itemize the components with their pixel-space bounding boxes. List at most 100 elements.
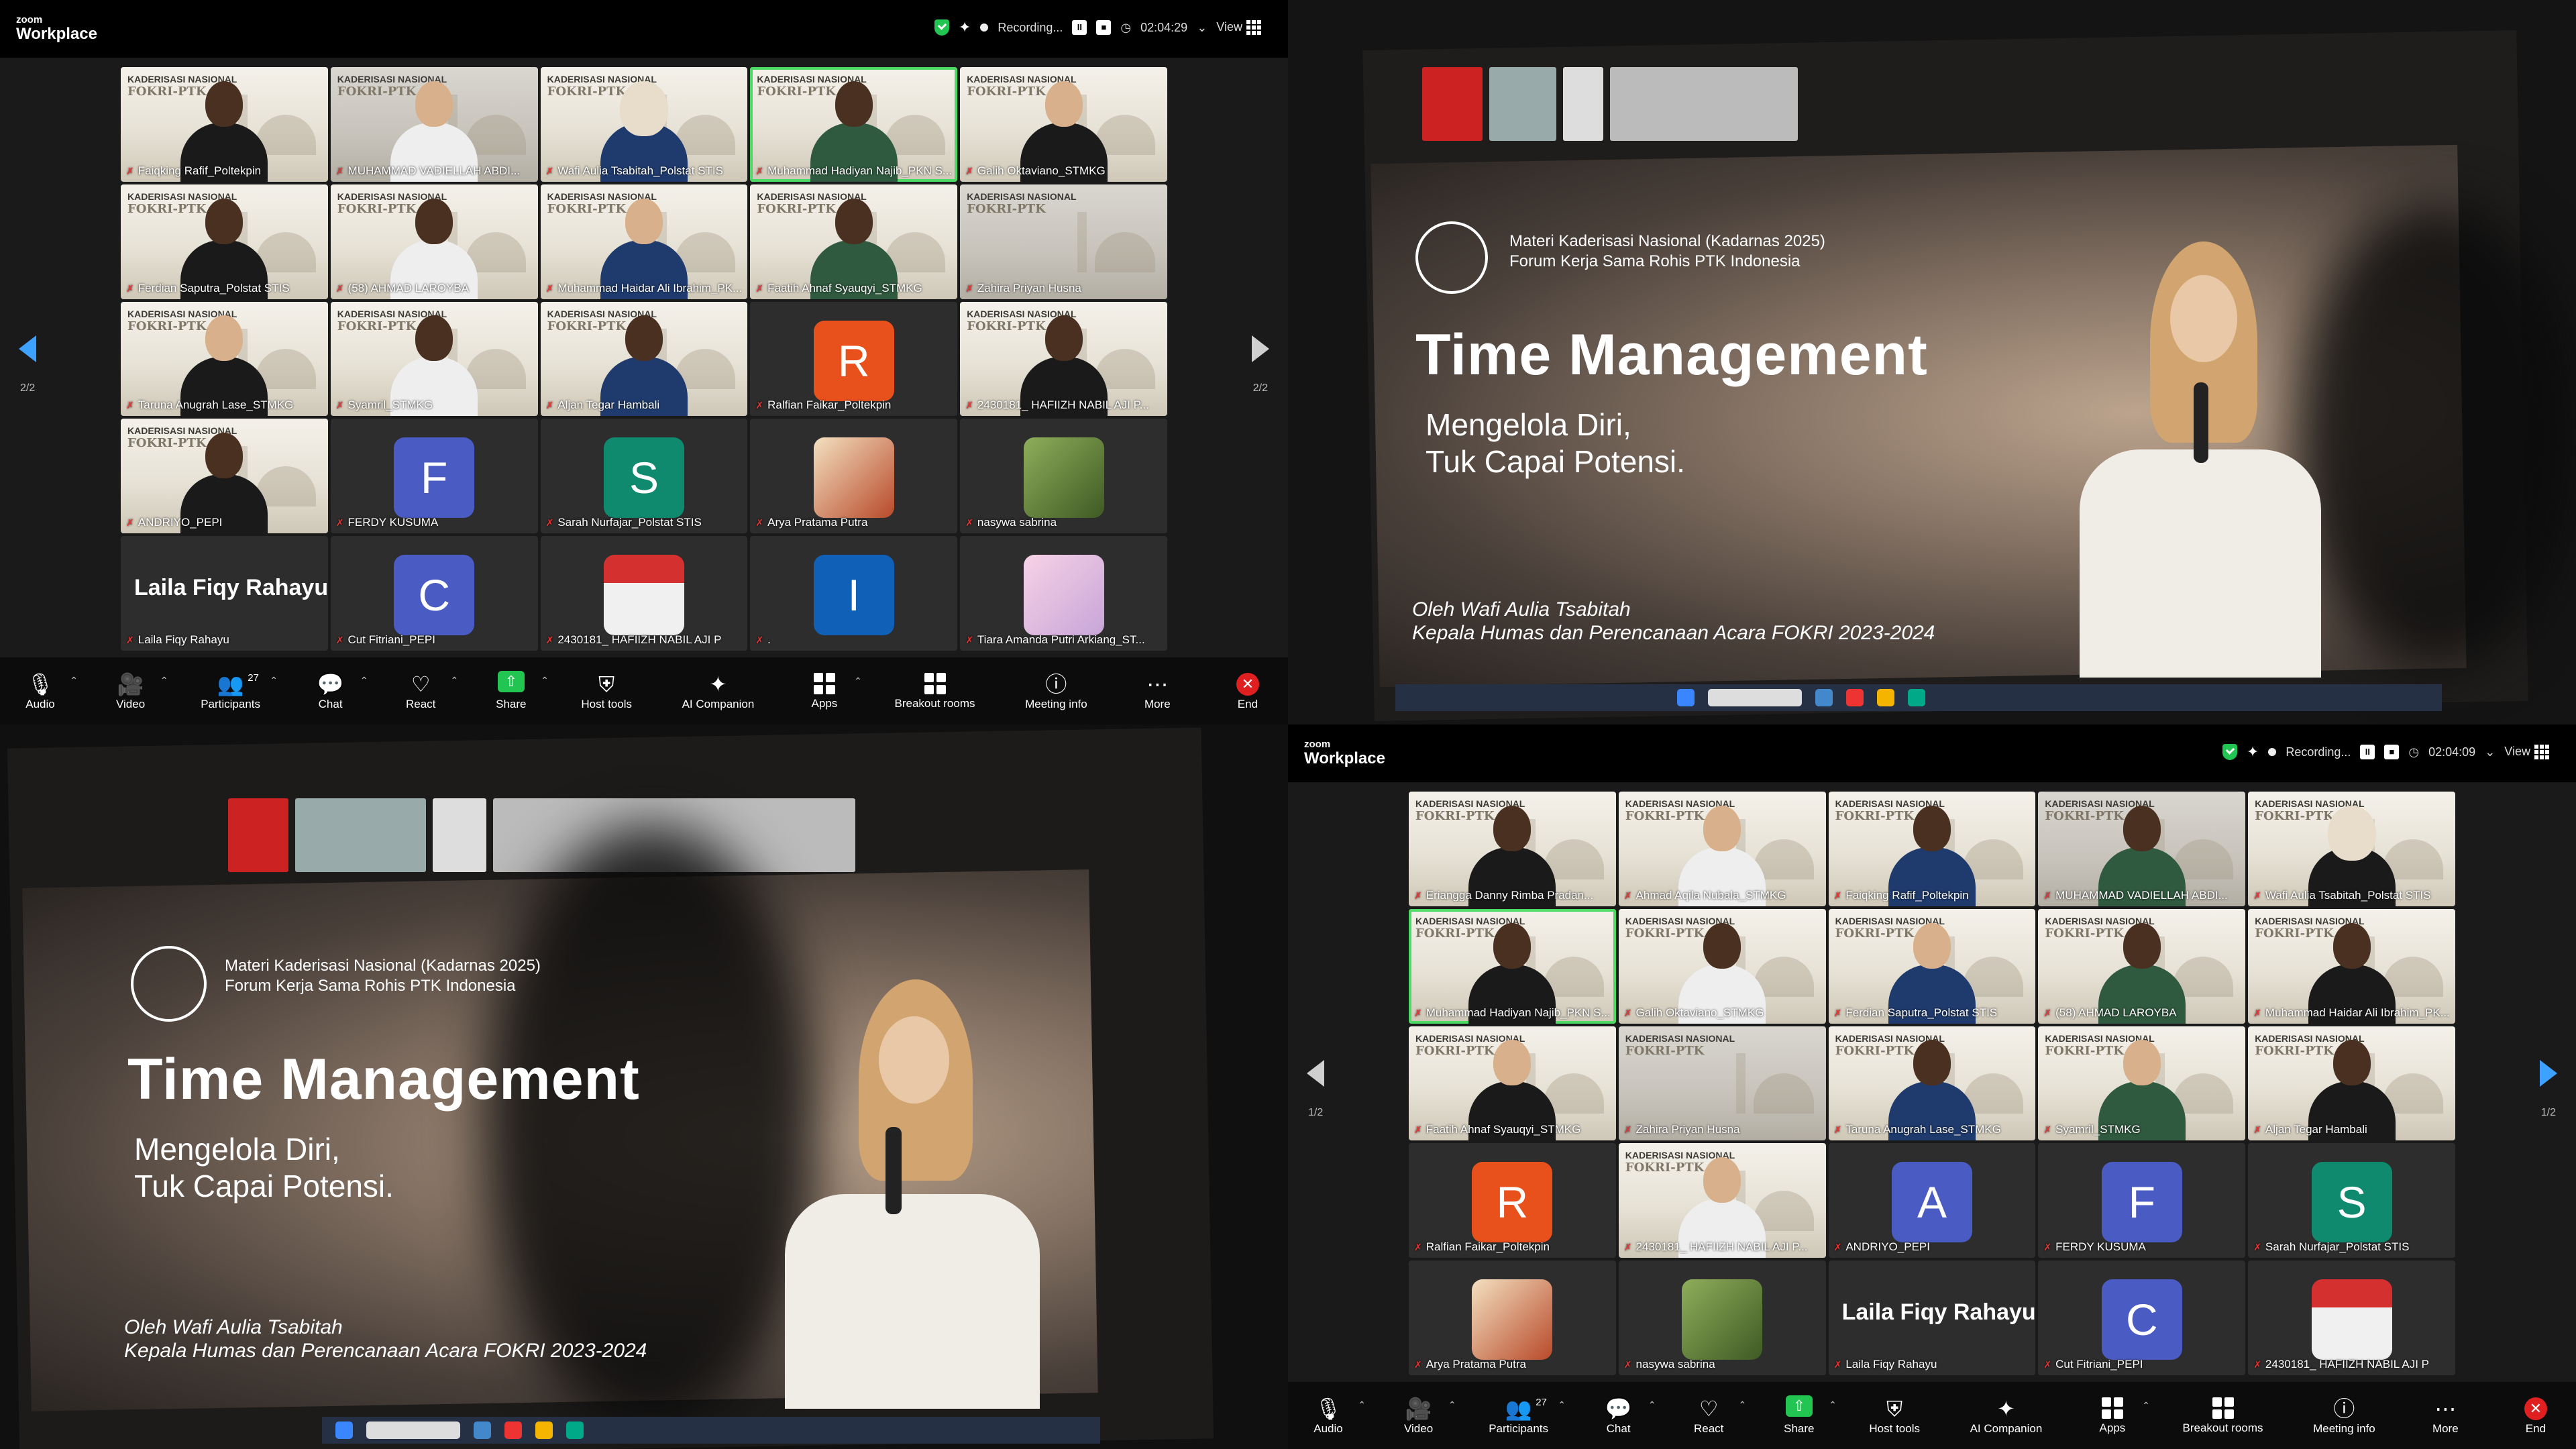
breakout-rooms-button[interactable]: Breakout rooms xyxy=(895,672,975,710)
participants-button[interactable]: 👥 Participants 27 ⌃ xyxy=(1489,1395,1566,1436)
video-button[interactable]: 🎥 Video ⌃ xyxy=(1399,1395,1456,1436)
end-button[interactable]: ✕ End xyxy=(1228,671,1268,711)
apps-button[interactable]: Apps ⌃ xyxy=(2092,1396,2150,1435)
view-button[interactable]: View xyxy=(2504,745,2549,760)
participant-tile[interactable]: KADERISASI NASIONAL FOKRI-PTK ✗ Wafi Aulia … xyxy=(2248,792,2455,906)
participant-tile[interactable]: KADERISASI NASIONAL FOKRI-PTK ✗ Ferdian Sap… xyxy=(1828,908,2036,1024)
participant-tile[interactable]: KADERISASI NASIONAL FOKRI-PTK ✗ MUHAMMAD VA… xyxy=(330,67,538,182)
participant-tile[interactable]: R ✗ Ralfian Faikar_Poltekpin xyxy=(750,301,958,417)
more-button[interactable]: ⋯ More xyxy=(1137,671,1177,711)
audio-button[interactable]: 🎙 Audio ⌃ xyxy=(20,671,78,711)
previous-page-arrow-icon[interactable] xyxy=(19,335,36,362)
participant-tile[interactable]: I ✗. xyxy=(750,536,958,651)
chevron-up-icon[interactable]: ⌃ xyxy=(1358,1399,1366,1411)
video-button[interactable]: 🎥 Video ⌃ xyxy=(111,671,168,711)
participant-tile[interactable]: KADERISASI NASIONAL FOKRI-PTK ✗ Muhammad Ha… xyxy=(1409,908,1616,1024)
participant-tile[interactable]: Laila Fiqy Rahayu ✗ Laila Fiqy Rahayu xyxy=(121,536,328,651)
more-button[interactable]: ⋯ More xyxy=(2425,1395,2465,1436)
end-button[interactable]: ✕ End xyxy=(2516,1395,2556,1436)
chat-button[interactable]: 💬 Chat ⌃ xyxy=(311,671,368,711)
participant-tile[interactable]: KADERISASI NASIONAL FOKRI-PTK ✗ 2430181_ HA… xyxy=(960,301,1167,417)
participants-button[interactable]: 👥 Participants 27 ⌃ xyxy=(201,671,278,711)
chevron-up-icon[interactable]: ⌃ xyxy=(160,675,168,686)
ai-sparkle-icon[interactable]: ✦ xyxy=(959,19,971,36)
host-tools-button[interactable]: ⛨ Host tools xyxy=(581,671,632,711)
chevron-up-icon[interactable]: ⌃ xyxy=(2142,1400,2150,1411)
participant-tile[interactable]: KADERISASI NASIONAL FOKRI-PTK ✗ Muhammad Ha… xyxy=(540,184,748,299)
participant-tile[interactable]: KADERISASI NASIONAL FOKRI-PTK ✗ Zahira Priy… xyxy=(960,184,1167,299)
host-tools-button[interactable]: ⛨ Host tools xyxy=(1869,1395,1920,1436)
participant-tile[interactable]: KADERISASI NASIONAL FOKRI-PTK ✗ Muhammad Ha… xyxy=(2248,908,2455,1024)
participant-tile[interactable]: ✗ nasywa sabrina xyxy=(1618,1260,1826,1375)
previous-page-arrow-icon[interactable] xyxy=(1307,1060,1324,1087)
react-button[interactable]: ♡ React ⌃ xyxy=(1688,1395,1746,1436)
participant-tile[interactable]: KADERISASI NASIONAL FOKRI-PTK ✗ Syamril_STM… xyxy=(2038,1026,2246,1141)
participant-tile[interactable]: KADERISASI NASIONAL FOKRI-PTK ✗ MUHAMMAD VA… xyxy=(2038,792,2246,906)
chevron-up-icon[interactable]: ⌃ xyxy=(1448,1399,1456,1411)
participant-tile[interactable]: S ✗ Sarah Nurfajar_Polstat STIS xyxy=(2248,1143,2455,1258)
participant-tile[interactable]: Laila Fiqy Rahayu ✗ Laila Fiqy Rahayu xyxy=(1828,1260,2036,1375)
stop-recording-button[interactable]: ■ xyxy=(2384,745,2400,759)
participant-tile[interactable]: KADERISASI NASIONAL FOKRI-PTK ✗ 2430181_ HA… xyxy=(1618,1143,1826,1258)
chevron-up-icon[interactable]: ⌃ xyxy=(1558,1399,1566,1411)
chevron-up-icon[interactable]: ⌃ xyxy=(450,675,458,686)
chevron-up-icon[interactable]: ⌃ xyxy=(854,676,862,687)
chevron-up-icon[interactable]: ⌃ xyxy=(1648,1399,1656,1411)
chevron-up-icon[interactable]: ⌃ xyxy=(1829,1399,1837,1411)
chat-button[interactable]: 💬 Chat ⌃ xyxy=(1599,1395,1656,1436)
encryption-shield-icon[interactable] xyxy=(2222,744,2237,760)
participant-tile[interactable]: ✗ 2430181_ HAFIIZH NABIL AJI P xyxy=(540,536,748,651)
stop-recording-button[interactable]: ■ xyxy=(1096,20,1112,35)
meeting-info-button[interactable]: ⓘ Meeting info xyxy=(2313,1395,2375,1436)
participant-tile[interactable]: KADERISASI NASIONAL FOKRI-PTK ✗ Eriangga Da… xyxy=(1409,792,1616,906)
next-page-arrow-icon[interactable] xyxy=(2540,1060,2557,1087)
participant-tile[interactable]: KADERISASI NASIONAL FOKRI-PTK ✗ Muhammad Ha… xyxy=(750,67,958,182)
participant-tile[interactable]: KADERISASI NASIONAL FOKRI-PTK ✗ Aljan Tegar… xyxy=(2248,1026,2455,1141)
participant-tile[interactable]: KADERISASI NASIONAL FOKRI-PTK ✗ Wafi Aulia … xyxy=(540,67,748,182)
participant-tile[interactable]: KADERISASI NASIONAL FOKRI-PTK ✗ ANDRIYO_PEP… xyxy=(121,419,328,534)
react-button[interactable]: ♡ React ⌃ xyxy=(400,671,458,711)
view-button[interactable]: View xyxy=(1216,20,1261,36)
chevron-up-icon[interactable]: ⌃ xyxy=(1738,1399,1746,1411)
participant-tile[interactable]: S ✗ Sarah Nurfajar_Polstat STIS xyxy=(540,419,748,534)
participant-tile[interactable]: KADERISASI NASIONAL FOKRI-PTK ✗ Faatih Ahna… xyxy=(1409,1026,1616,1141)
next-page-arrow-icon[interactable] xyxy=(1252,335,1269,362)
audio-button[interactable]: 🎙 Audio ⌃ xyxy=(1308,1395,1366,1436)
pause-recording-button[interactable]: II xyxy=(2360,745,2375,759)
participant-tile[interactable]: ✗ 2430181_ HAFIIZH NABIL AJI P xyxy=(2248,1260,2455,1375)
participant-tile[interactable]: KADERISASI NASIONAL FOKRI-PTK ✗ (58) AHMAD … xyxy=(2038,908,2246,1024)
participant-tile[interactable]: C ✗ Cut Fitriani_PEPI xyxy=(2038,1260,2246,1375)
participant-tile[interactable]: KADERISASI NASIONAL FOKRI-PTK ✗ Faatih Ahna… xyxy=(750,184,958,299)
participant-tile[interactable]: KADERISASI NASIONAL FOKRI-PTK ✗ (58) AHMAD … xyxy=(330,184,538,299)
apps-button[interactable]: Apps ⌃ xyxy=(804,672,862,710)
pause-recording-button[interactable]: II xyxy=(1072,20,1087,35)
chevron-up-icon[interactable]: ⌃ xyxy=(541,675,549,686)
ai-sparkle-icon[interactable]: ✦ xyxy=(2247,743,2259,761)
participant-tile[interactable]: KADERISASI NASIONAL FOKRI-PTK ✗ Taruna Anug… xyxy=(121,301,328,417)
participant-tile[interactable]: A ✗ ANDRIYO_PEPI xyxy=(1828,1143,2036,1258)
participant-tile[interactable]: KADERISASI NASIONAL FOKRI-PTK ✗ Galih Oktav… xyxy=(960,67,1167,182)
participant-tile[interactable]: F ✗ FERDY KUSUMA xyxy=(330,419,538,534)
share-button[interactable]: ⇧ Share ⌃ xyxy=(1779,1395,1837,1436)
encryption-shield-icon[interactable] xyxy=(934,19,949,36)
meeting-info-button[interactable]: ⓘ Meeting info xyxy=(1025,671,1087,711)
chevron-up-icon[interactable]: ⌃ xyxy=(270,675,278,686)
participant-tile[interactable]: KADERISASI NASIONAL FOKRI-PTK ✗ Faiqking Ra… xyxy=(121,67,328,182)
participant-tile[interactable]: ✗ nasywa sabrina xyxy=(960,419,1167,534)
participant-tile[interactable]: ✗ Arya Pratama Putra xyxy=(1409,1260,1616,1375)
participant-tile[interactable]: ✗ Arya Pratama Putra xyxy=(750,419,958,534)
chevron-down-icon[interactable]: ⌄ xyxy=(1197,21,1207,35)
chevron-up-icon[interactable]: ⌃ xyxy=(70,675,78,686)
participant-tile[interactable]: KADERISASI NASIONAL FOKRI-PTK ✗ Faiqking Ra… xyxy=(1828,792,2036,906)
participant-tile[interactable]: KADERISASI NASIONAL FOKRI-PTK ✗ Ahmad Aqila… xyxy=(1618,792,1826,906)
participant-tile[interactable]: KADERISASI NASIONAL FOKRI-PTK ✗ Zahira Priy… xyxy=(1618,1026,1826,1141)
ai-companion-button[interactable]: ✦ AI Companion xyxy=(1970,1395,2043,1436)
participant-tile[interactable]: F ✗ FERDY KUSUMA xyxy=(2038,1143,2246,1258)
participant-tile[interactable]: R ✗ Ralfian Faikar_Poltekpin xyxy=(1409,1143,1616,1258)
ai-companion-button[interactable]: ✦ AI Companion xyxy=(682,671,755,711)
share-button[interactable]: ⇧ Share ⌃ xyxy=(491,671,549,711)
participant-tile[interactable]: KADERISASI NASIONAL FOKRI-PTK ✗ Aljan Tegar… xyxy=(540,301,748,417)
participant-tile[interactable]: KADERISASI NASIONAL FOKRI-PTK ✗ Galih Oktav… xyxy=(1618,908,1826,1024)
participant-tile[interactable]: KADERISASI NASIONAL FOKRI-PTK ✗ Syamril_STM… xyxy=(330,301,538,417)
chevron-up-icon[interactable]: ⌃ xyxy=(360,675,368,686)
